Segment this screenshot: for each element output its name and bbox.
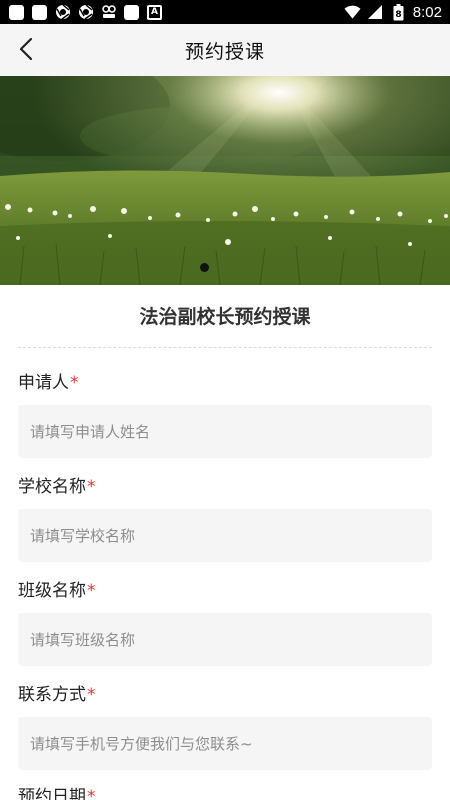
school-name-input[interactable] [18,509,432,562]
screen: A 8 8:02 预约授课 法治副校长预约授课 申请人* 请填写申请人姓名 学校… [0,0,450,800]
required-mark: * [87,477,96,497]
wifi-icon [344,4,361,21]
applicant-label-text: 申请人 [18,373,69,393]
required-mark: * [87,581,96,601]
chevron-left-icon [19,37,33,61]
app-icon [8,4,25,21]
appointment-date-label: 预约日期* [18,782,96,800]
chrome-icon [77,4,94,21]
required-mark: * [70,373,79,393]
class-name-input[interactable] [18,613,432,666]
status-bar-notifications: A [8,4,163,21]
form-title: 法治副校长预约授课 [139,306,311,328]
banner-carousel[interactable] [0,76,450,285]
school-name-label-text: 学校名称 [18,477,86,497]
signal-icon [367,4,384,21]
required-mark: * [87,685,96,705]
applicant-name-input[interactable] [18,405,432,458]
contact-label: 联系方式* [18,680,96,705]
carousel-indicator-dot[interactable] [200,263,209,272]
app-icon [31,4,48,21]
applicant-label: 申请人* [18,368,79,393]
ai-app-icon [100,4,117,21]
status-time: 8:02 [412,3,442,21]
contact-label-text: 联系方式 [18,685,86,705]
class-name-label-text: 班级名称 [18,581,86,601]
banner-image [0,76,450,285]
back-button[interactable] [14,36,40,62]
a-icon: A [146,4,163,21]
class-name-label: 班级名称* [18,576,96,601]
required-mark: * [87,787,96,800]
battery-icon: 8 [390,3,407,21]
page-title: 预约授课 [184,40,265,63]
app-icon [123,4,140,21]
chrome-icon [54,4,71,21]
school-name-label: 学校名称* [18,472,96,497]
divider [18,347,432,348]
nav-bar: 预约授课 [0,24,450,76]
status-bar: A 8 8:02 [0,0,450,24]
battery-level: 8 [395,10,401,20]
status-bar-system: 8 8:02 [344,3,442,21]
contact-phone-input[interactable] [18,717,432,770]
appointment-date-label-text: 预约日期 [18,787,86,800]
